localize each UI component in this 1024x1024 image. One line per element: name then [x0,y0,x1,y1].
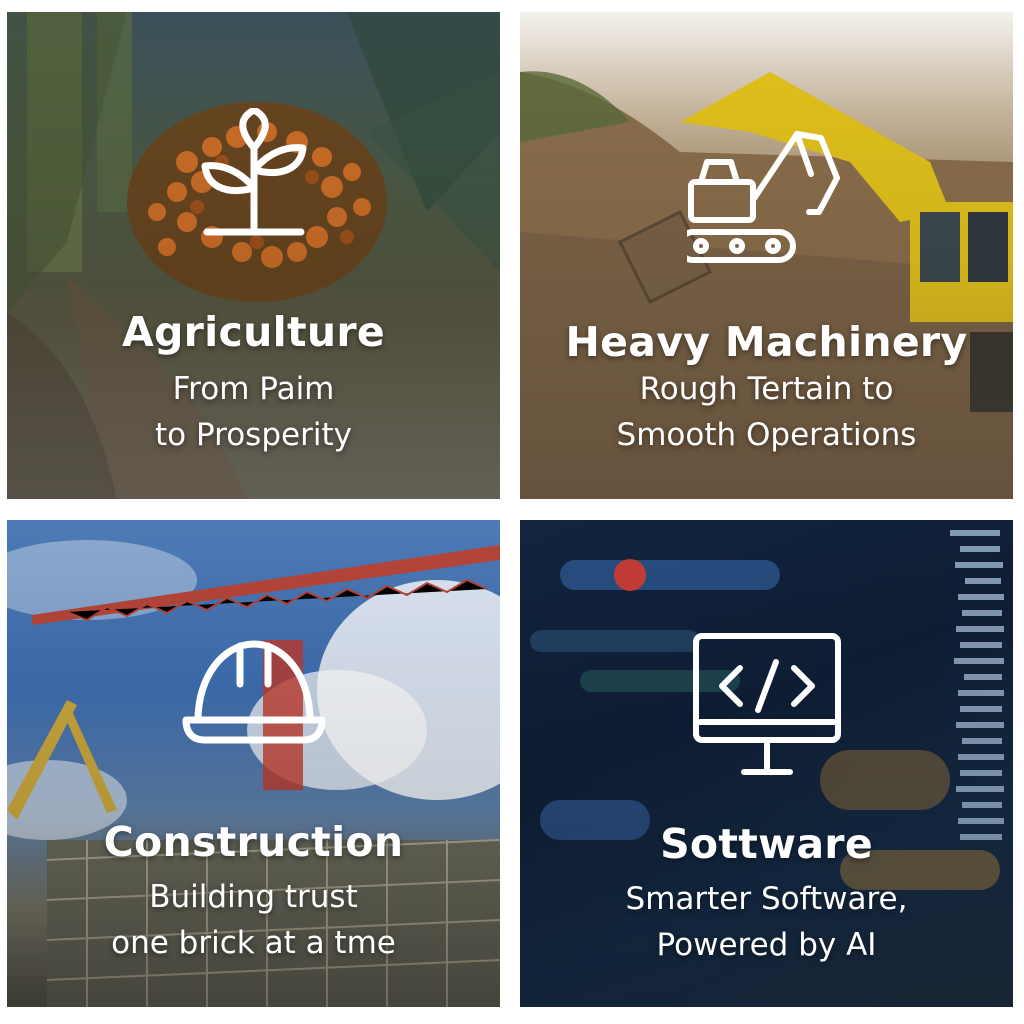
tile-subtitle: Building trust one brick at a tme [7,874,500,966]
subtitle-line: to Prosperity [155,417,352,453]
tile-title: Agriculture [121,308,385,356]
subtitle-line: one brick at a tme [111,925,396,961]
excavator-icon [675,128,847,272]
tile-title: Heavy Machinery [565,318,968,366]
tile-subtitle: Smarter Software, Powered by AI [520,876,1013,968]
tile-title: Sottware [660,820,873,868]
subtitle-line: Building trust [149,879,358,915]
tile-heavy-machinery[interactable]: Heavy Machinery Rough Tertain to Smooth … [520,12,1013,499]
subtitle-line: Rough Tertain to [639,371,894,407]
subtitle-line: From Paim [172,371,335,407]
tile-title: Construction [103,818,404,866]
tile-subtitle: Rough Tertain to Smooth Operations [520,366,1013,458]
subtitle-line: Powered by AI [656,927,877,963]
code-monitor-icon [692,632,842,782]
tile-construction[interactable]: Construction Building trust one brick at… [7,520,500,1007]
tile-subtitle: From Paim to Prosperity [7,366,500,458]
plant-sprout-icon [199,106,309,248]
subtitle-line: Smarter Software, [625,881,908,917]
tile-agriculture[interactable]: Agriculture From Paim to Prosperity [7,12,500,499]
tile-software[interactable]: Sottware Smarter Software, Powered by AI [520,520,1013,1007]
hard-hat-icon [180,636,328,752]
subtitle-line: Smooth Operations [616,417,917,453]
